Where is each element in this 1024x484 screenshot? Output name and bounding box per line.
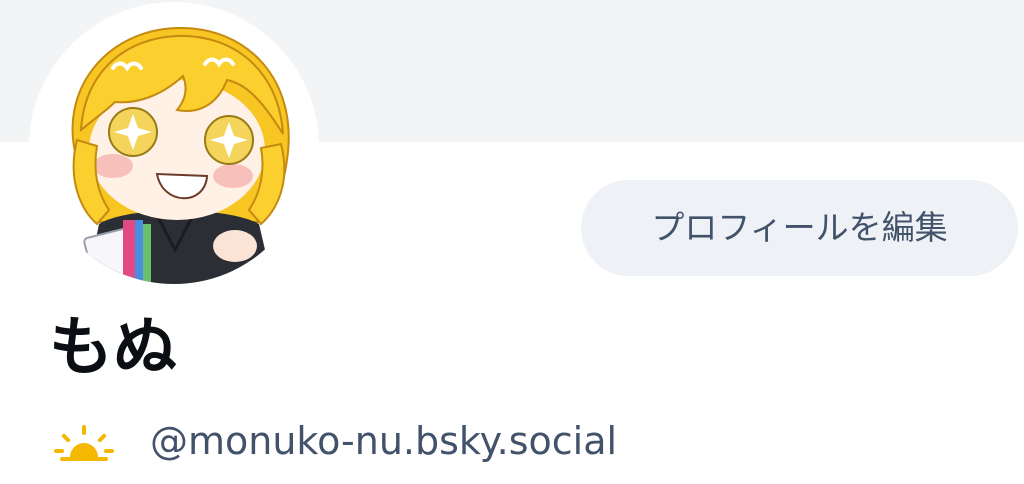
sun-icon [52, 421, 116, 461]
edit-profile-button[interactable]: プロフィールを編集 [581, 180, 1018, 276]
avatar[interactable] [37, 10, 311, 284]
profile-handle[interactable]: @monuko-nu.bsky.social [150, 419, 617, 463]
profile-page: プロフィールを編集 もぬ @monuko-nu.bsky.social [0, 0, 1024, 484]
avatar-image [37, 10, 311, 284]
profile-display-name: もぬ [49, 311, 177, 385]
handle-row: @monuko-nu.bsky.social [52, 412, 617, 470]
avatar-frame [29, 2, 319, 292]
